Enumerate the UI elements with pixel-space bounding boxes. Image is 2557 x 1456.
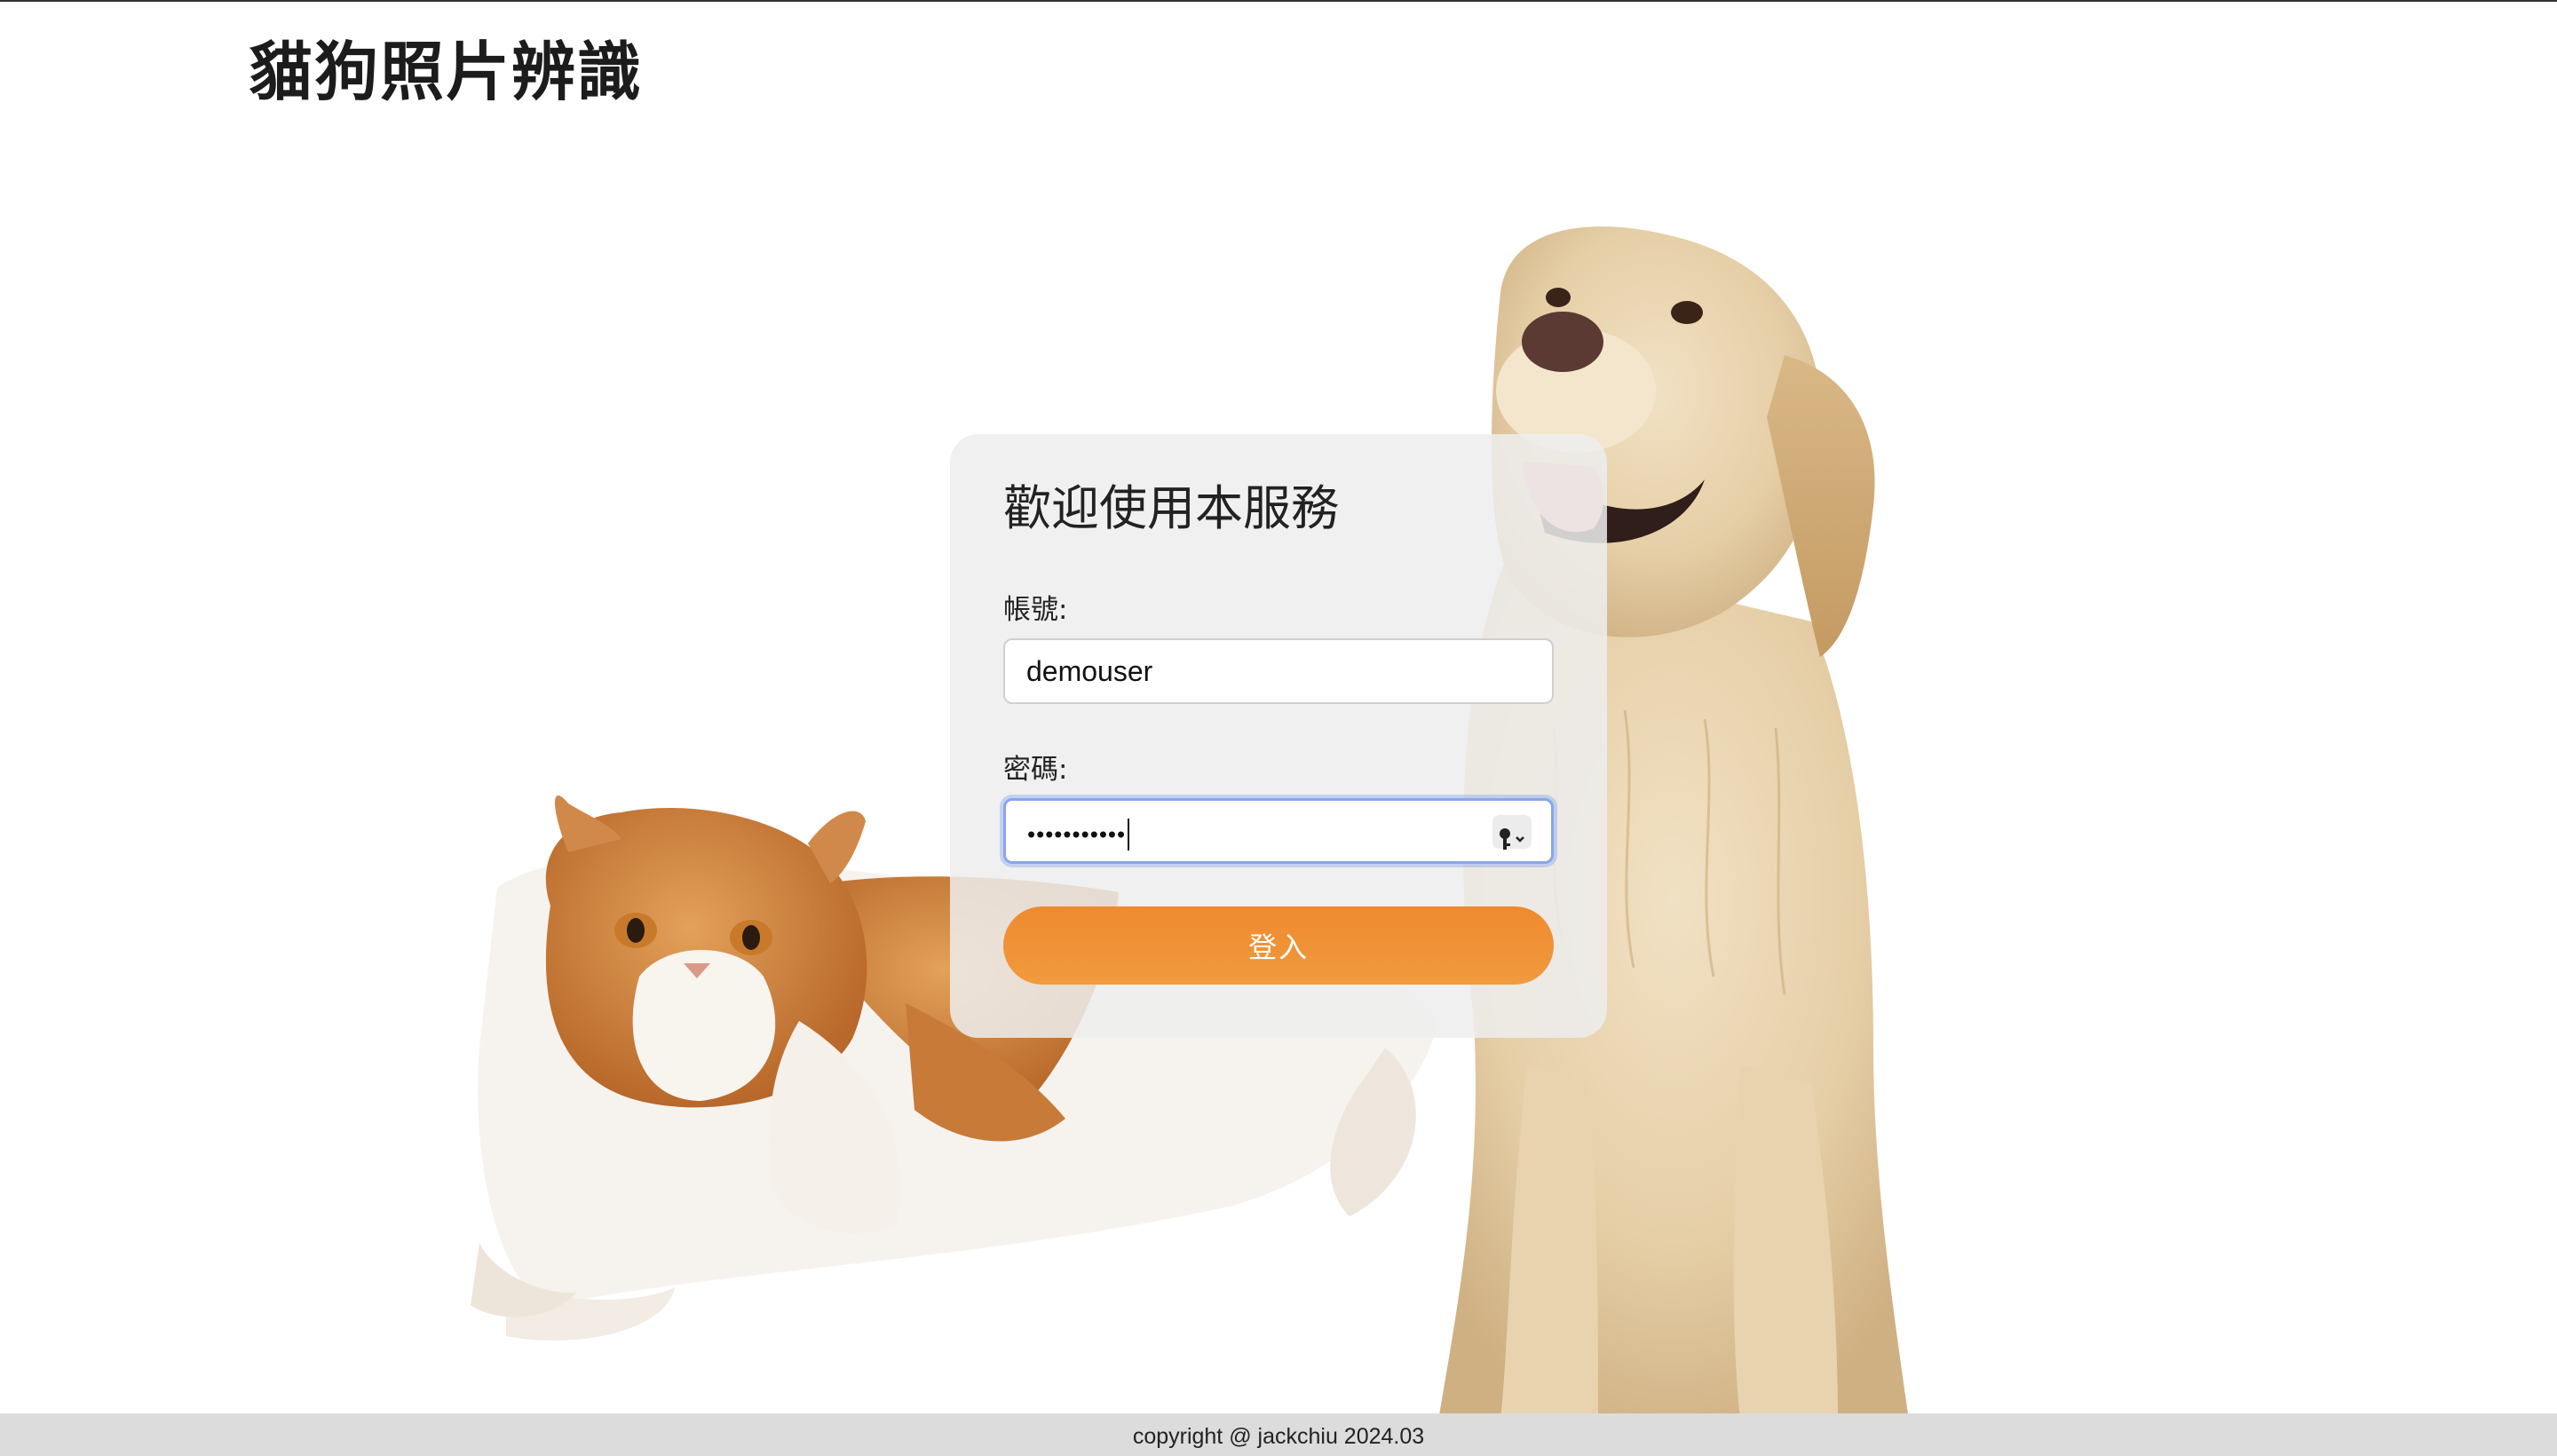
login-page: 貓狗照片辨識 歡迎使用本服務 帳號: demouser 密碼: ••••••••… bbox=[0, 0, 2557, 1456]
password-manager-button[interactable] bbox=[1492, 815, 1532, 850]
login-heading: 歡迎使用本服務 bbox=[1003, 480, 1339, 536]
password-field[interactable]: ••••••••••• bbox=[1003, 798, 1554, 864]
site-title: 貓狗照片辨識 bbox=[249, 35, 644, 109]
login-card: 歡迎使用本服務 帳號: demouser 密碼: ••••••••••• 登入 bbox=[950, 434, 1607, 1038]
username-label: 帳號: bbox=[1003, 594, 1068, 626]
chevron-down-icon bbox=[1516, 836, 1524, 843]
login-button[interactable]: 登入 bbox=[1003, 906, 1554, 985]
username-field[interactable]: demouser bbox=[1003, 638, 1554, 704]
copyright-text: copyright @ jackchiu 2024.03 bbox=[1132, 1424, 1425, 1449]
footer: copyright @ jackchiu 2024.03 bbox=[0, 1413, 2557, 1456]
password-label: 密碼: bbox=[1003, 754, 1068, 786]
key-icon bbox=[1500, 828, 1524, 850]
text-caret bbox=[1128, 818, 1130, 851]
username-value: demouser bbox=[1026, 655, 1153, 687]
password-masked-value: ••••••••••• bbox=[1027, 820, 1127, 848]
